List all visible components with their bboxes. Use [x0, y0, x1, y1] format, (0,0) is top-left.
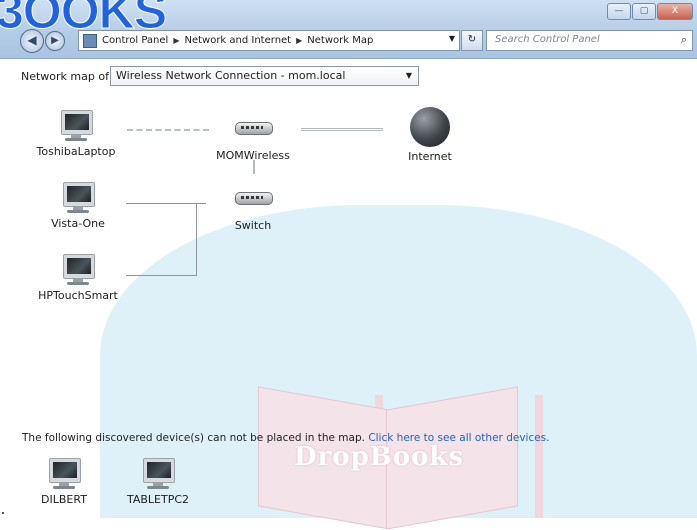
- resize-grip: [2, 512, 4, 514]
- window-controls: — ▢ X: [607, 3, 693, 20]
- chevron-down-icon: ▼: [405, 71, 412, 80]
- minimize-button[interactable]: —: [607, 3, 631, 20]
- computer-icon: [59, 180, 97, 214]
- node-label: HPTouchSmart: [38, 289, 118, 302]
- device-label: DILBERT: [41, 493, 87, 506]
- node-label: Vista-One: [51, 217, 105, 230]
- node-label: MOMWireless: [216, 149, 290, 162]
- computer-icon: [139, 456, 177, 490]
- network-map-label: Network map of: [21, 70, 109, 83]
- switch-icon: [233, 186, 273, 208]
- close-button[interactable]: X: [657, 3, 693, 20]
- navigation-bar: ◀ ▶ Control Panel ▶ Network and Internet…: [0, 27, 697, 53]
- wireless-link: [127, 129, 209, 131]
- vista-link: [126, 203, 206, 204]
- node-label: Switch: [234, 219, 272, 232]
- connection-select-value: Wireless Network Connection - mom.local: [116, 69, 346, 82]
- internet-link: [301, 128, 383, 131]
- device-label: TABLETPC2: [126, 493, 190, 506]
- search-input[interactable]: Search Control Panel ⌕: [486, 30, 693, 51]
- notice-text: The following discovered device(s) can n…: [22, 432, 365, 444]
- breadcrumb-control-panel[interactable]: Control Panel: [102, 35, 168, 46]
- switch-trunk-link: [196, 203, 197, 275]
- maximize-button[interactable]: ▢: [632, 3, 656, 20]
- watermark-stripe: [535, 395, 543, 518]
- router-switch-link: [253, 160, 255, 174]
- node-toshiba-laptop[interactable]: ToshibaLaptop: [36, 108, 116, 158]
- address-dropdown-icon[interactable]: ▼: [449, 34, 455, 43]
- node-label: ToshibaLaptop: [36, 145, 116, 158]
- device-dilbert[interactable]: DILBERT: [24, 456, 104, 506]
- breadcrumb-network-and-internet[interactable]: Network and Internet: [184, 35, 291, 46]
- breadcrumb-separator-icon: ▶: [296, 36, 303, 45]
- refresh-button[interactable]: ↻: [461, 30, 483, 51]
- back-button[interactable]: ◀: [20, 29, 44, 53]
- router-icon: [233, 116, 273, 138]
- address-bar[interactable]: Control Panel ▶ Network and Internet ▶ N…: [78, 30, 460, 51]
- node-momwireless[interactable]: MOMWireless: [213, 116, 293, 162]
- node-hptouchsmart[interactable]: HPTouchSmart: [38, 252, 118, 302]
- node-label: Internet: [408, 150, 452, 163]
- watermark-center-text: DropBooks: [294, 442, 465, 472]
- node-vista-one[interactable]: Vista-One: [38, 180, 118, 230]
- computer-icon: [59, 252, 97, 286]
- forward-button[interactable]: ▶: [45, 31, 65, 51]
- device-tabletpc2[interactable]: TABLETPC2: [118, 456, 198, 506]
- breadcrumb-network-map[interactable]: Network Map: [307, 35, 373, 46]
- computer-icon: [45, 456, 83, 490]
- node-internet[interactable]: Internet: [390, 107, 470, 163]
- search-icon[interactable]: ⌕: [681, 33, 687, 47]
- node-switch[interactable]: Switch: [213, 186, 293, 232]
- control-panel-icon: [83, 33, 97, 48]
- search-placeholder: Search Control Panel: [495, 34, 600, 45]
- breadcrumb-separator-icon: ▶: [173, 36, 180, 45]
- computer-icon: [57, 108, 95, 142]
- see-all-devices-link[interactable]: Click here to see all other devices.: [368, 432, 549, 444]
- discovered-devices-notice: The following discovered device(s) can n…: [22, 432, 550, 444]
- globe-icon: [410, 107, 450, 147]
- connection-select[interactable]: Wireless Network Connection - mom.local …: [110, 66, 419, 86]
- hptouch-link: [126, 275, 197, 276]
